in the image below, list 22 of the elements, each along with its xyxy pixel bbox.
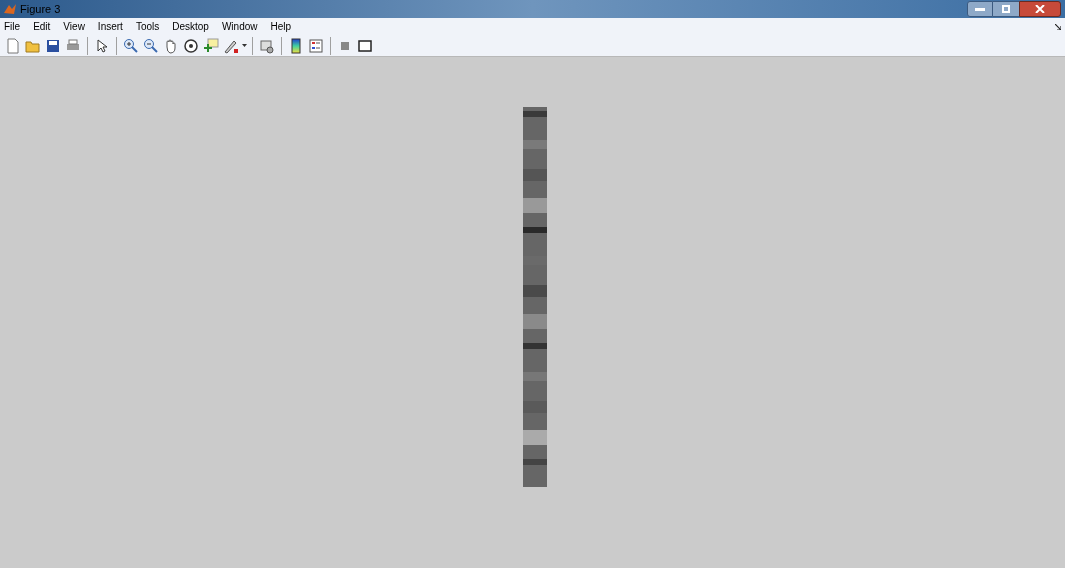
- menu-item[interactable]: Desktop: [172, 19, 209, 34]
- restore-icon: [1002, 5, 1010, 13]
- minimize-icon: [975, 7, 985, 11]
- minimize-button[interactable]: [967, 1, 993, 17]
- dropdown-caret-icon[interactable]: [242, 43, 247, 48]
- window-title: Figure 3: [20, 1, 61, 17]
- data-cursor-icon[interactable]: [202, 36, 220, 55]
- close-icon: [1035, 5, 1045, 13]
- menu-item[interactable]: File: [4, 19, 21, 34]
- zoom-out-icon[interactable]: [142, 36, 160, 55]
- app-icon: [4, 3, 16, 15]
- maximize-button[interactable]: [993, 1, 1019, 17]
- close-button[interactable]: [1019, 1, 1061, 17]
- menu-item[interactable]: Help: [270, 19, 292, 34]
- legend-icon[interactable]: [307, 36, 325, 55]
- menu-item[interactable]: Tools: [135, 19, 160, 34]
- zoom-in-icon[interactable]: [122, 36, 140, 55]
- menu-item[interactable]: View: [63, 19, 85, 34]
- menu-item[interactable]: Window: [221, 19, 258, 34]
- menu-item[interactable]: Edit: [33, 19, 51, 34]
- dock-arrow-icon[interactable]: [1055, 23, 1061, 30]
- menu-item[interactable]: Insert: [97, 19, 123, 34]
